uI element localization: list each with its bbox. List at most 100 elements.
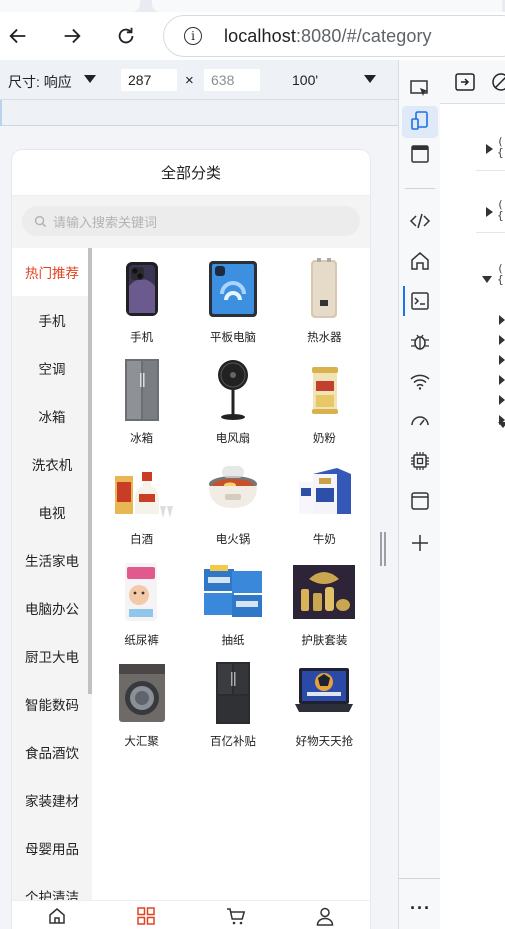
application-button[interactable] bbox=[407, 488, 433, 514]
more-tools-button[interactable] bbox=[407, 530, 433, 556]
product-name: 好物天天抢 bbox=[295, 736, 354, 748]
forward-button[interactable] bbox=[56, 20, 88, 52]
sidebar-item[interactable]: 智能数码 bbox=[12, 680, 92, 728]
expand-arrow-icon[interactable] bbox=[486, 144, 493, 154]
browser-tab[interactable] bbox=[0, 0, 140, 12]
sidebar-item[interactable]: 母婴用品 bbox=[12, 824, 92, 872]
product-item[interactable]: 护肤套装 bbox=[279, 559, 370, 660]
dock-icon[interactable] bbox=[455, 73, 475, 91]
console-button[interactable] bbox=[407, 288, 433, 314]
chevron-down-icon[interactable] bbox=[84, 75, 96, 83]
sidebar-item[interactable]: 生活家电 bbox=[12, 536, 92, 584]
no-entry-icon[interactable] bbox=[491, 72, 505, 92]
product-item[interactable]: 白酒 bbox=[96, 458, 187, 559]
product-item[interactable]: 大汇聚 bbox=[96, 660, 187, 761]
divider bbox=[405, 188, 435, 189]
arrow-right-icon bbox=[64, 28, 81, 44]
sidebar-scrollbar[interactable] bbox=[88, 248, 92, 694]
product-item[interactable]: 好物天天抢 bbox=[279, 660, 370, 761]
device-toggle-button[interactable] bbox=[407, 108, 433, 134]
back-button[interactable] bbox=[2, 20, 34, 52]
devtools-activity-bar: ··· bbox=[398, 60, 441, 929]
double-door-fridge-image bbox=[200, 660, 266, 726]
expand-arrow-icon[interactable] bbox=[499, 335, 505, 345]
info-icon[interactable]: i bbox=[184, 27, 202, 45]
width-input[interactable]: 287 bbox=[121, 69, 177, 91]
app-window-icon bbox=[411, 492, 429, 510]
sidebar-item[interactable]: 热门推荐 bbox=[12, 248, 92, 296]
sidebar-item[interactable]: 手机 bbox=[12, 296, 92, 344]
product-name: 热水器 bbox=[307, 332, 342, 344]
collapse-arrow-icon[interactable] bbox=[498, 422, 505, 428]
sidebar-item[interactable]: 个护清洁 bbox=[12, 872, 92, 900]
resize-handle[interactable] bbox=[380, 532, 388, 566]
tab-cart[interactable] bbox=[191, 901, 281, 929]
milk-powder-image bbox=[291, 357, 357, 423]
browser-tab[interactable] bbox=[152, 0, 502, 12]
sidebar-item[interactable]: 冰箱 bbox=[12, 392, 92, 440]
expand-arrow-icon[interactable] bbox=[486, 207, 493, 217]
sidebar-item[interactable]: 电视 bbox=[12, 488, 92, 536]
elements-button[interactable] bbox=[407, 208, 433, 234]
expand-arrow-icon[interactable] bbox=[499, 315, 505, 325]
panel-toggle-button[interactable] bbox=[407, 141, 433, 167]
sidebar-item[interactable]: 家装建材 bbox=[12, 776, 92, 824]
console-icon bbox=[411, 292, 429, 310]
plus-icon bbox=[412, 535, 428, 551]
product-name: 奶粉 bbox=[312, 433, 336, 445]
network-button[interactable] bbox=[407, 368, 433, 394]
collapse-arrow-icon[interactable] bbox=[482, 276, 492, 283]
product-item[interactable]: 奶粉 bbox=[279, 357, 370, 458]
hotpot-image bbox=[200, 458, 266, 524]
sidebar-item[interactable]: 电脑办公 bbox=[12, 584, 92, 632]
inspect-button[interactable] bbox=[407, 76, 433, 102]
tab-category[interactable] bbox=[102, 901, 192, 929]
expand-arrow-icon[interactable] bbox=[499, 395, 505, 405]
welcome-button[interactable] bbox=[407, 248, 433, 274]
search-input[interactable]: 请输入搜索关键词 bbox=[22, 206, 360, 236]
address-bar[interactable]: i localhost:8080/#/category bbox=[163, 15, 505, 57]
water-heater-image bbox=[291, 256, 357, 322]
chip-icon bbox=[411, 452, 429, 470]
product-name: 牛奶 bbox=[312, 534, 336, 546]
expand-arrow-icon[interactable] bbox=[499, 375, 505, 385]
performance-button[interactable] bbox=[407, 408, 433, 434]
tab-home[interactable] bbox=[12, 901, 102, 929]
product-item[interactable]: 电火锅 bbox=[187, 458, 278, 559]
sources-button[interactable] bbox=[407, 328, 433, 354]
product-item[interactable]: 百亿补贴 bbox=[187, 660, 278, 761]
product-name: 白酒 bbox=[130, 534, 154, 546]
sidebar-item[interactable]: 厨卫大电 bbox=[12, 632, 92, 680]
memory-button[interactable] bbox=[407, 448, 433, 474]
product-item[interactable]: 抽纸 bbox=[187, 559, 278, 660]
panel-toolbar bbox=[440, 60, 505, 104]
product-item[interactable]: 手机 bbox=[96, 256, 187, 357]
washing-machine-image bbox=[109, 660, 175, 726]
sidebar-item[interactable]: 食品酒饮 bbox=[12, 728, 92, 776]
expand-arrow-icon[interactable] bbox=[499, 355, 505, 365]
height-input[interactable]: 638 bbox=[204, 69, 260, 91]
category-layout: 热门推荐 手机 空调 冰箱 洗衣机 电视 生活家电 电脑办公 厨卫大电 智能数码 食品酒饮 家装建材母… bbox=[12, 248, 370, 900]
product-item[interactable]: 纸尿裤 bbox=[96, 559, 187, 660]
product-item[interactable]: 电风扇 bbox=[187, 357, 278, 458]
dimensions-dropdown[interactable]: 尺寸: 响应 bbox=[8, 72, 72, 92]
tissue-image bbox=[200, 559, 266, 625]
tab-user[interactable] bbox=[281, 901, 371, 929]
product-item[interactable]: 平板电脑 bbox=[187, 256, 278, 357]
product-name: 抽纸 bbox=[221, 635, 245, 647]
product-item[interactable]: 牛奶 bbox=[279, 458, 370, 559]
fridge-image bbox=[109, 357, 175, 423]
console-active-marker bbox=[403, 286, 405, 316]
browser-tabstrip bbox=[0, 0, 505, 12]
zoom-dropdown[interactable]: 100' bbox=[292, 72, 318, 88]
product-item[interactable]: 冰箱 bbox=[96, 357, 187, 458]
more-options-icon[interactable]: ··· bbox=[410, 898, 431, 919]
chevron-down-icon[interactable] bbox=[364, 75, 376, 83]
sidebar-item[interactable]: 空调 bbox=[12, 344, 92, 392]
laptop-image bbox=[291, 660, 357, 726]
product-item[interactable]: 热水器 bbox=[279, 256, 370, 357]
bug-icon bbox=[411, 334, 429, 350]
reload-button[interactable] bbox=[110, 20, 142, 52]
sidebar-item[interactable]: 洗衣机 bbox=[12, 440, 92, 488]
product-name: 护肤套装 bbox=[301, 635, 348, 647]
